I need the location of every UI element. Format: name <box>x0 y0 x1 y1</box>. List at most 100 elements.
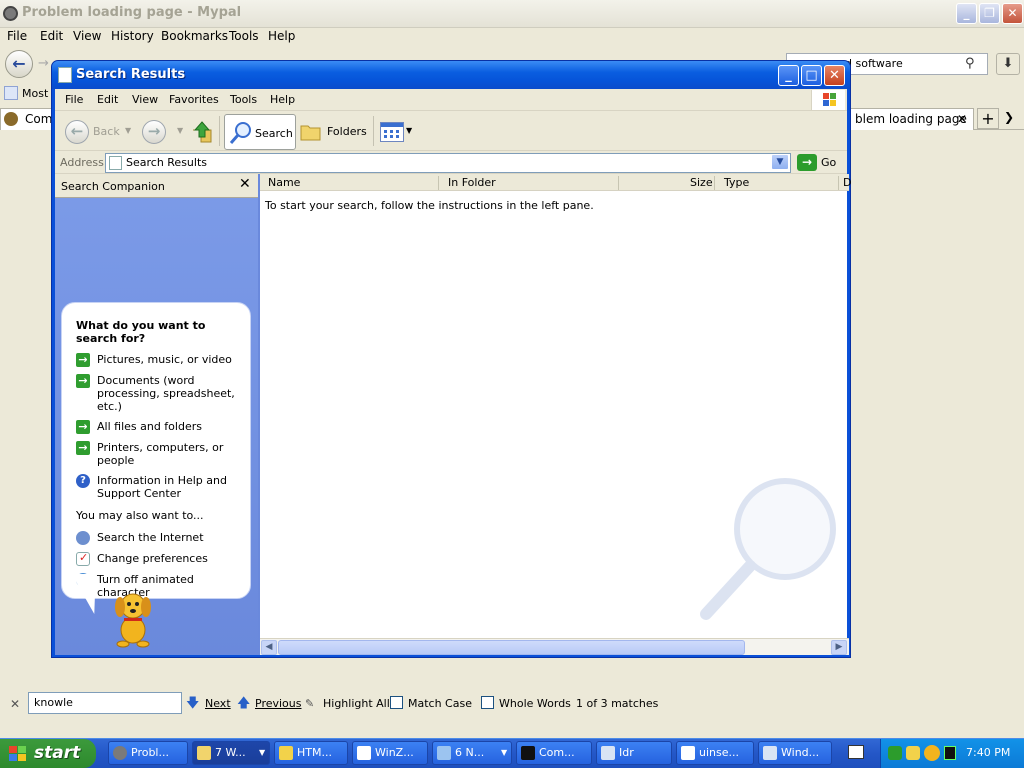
column-separator[interactable] <box>714 176 715 190</box>
scroll-left-icon[interactable]: ◀ <box>261 640 277 655</box>
scroll-right-icon[interactable]: ▶ <box>831 640 847 655</box>
task-uinse[interactable]: uinse... <box>676 741 754 765</box>
folders-button-label[interactable]: Folders <box>327 125 367 138</box>
find-input[interactable]: knowle <box>28 692 182 714</box>
whole-words-label[interactable]: Whole Words <box>499 697 571 710</box>
whole-words-checkbox[interactable] <box>481 696 494 709</box>
task-html[interactable]: HTM... <box>274 741 348 765</box>
highlight-pen-icon[interactable]: ✎ <box>305 697 314 710</box>
go-button-label[interactable]: Go <box>821 156 836 169</box>
find-next-button[interactable]: Next <box>205 697 231 710</box>
task-label: 7 W... <box>215 746 246 759</box>
task-winzip[interactable]: WinZ... <box>352 741 428 765</box>
browser-menu-help[interactable]: Help <box>268 29 295 43</box>
folders-icon[interactable] <box>300 122 322 142</box>
option-search-internet[interactable]: Search the Internet <box>76 531 241 545</box>
browser-tab-left[interactable]: Compu <box>0 108 68 130</box>
start-windows-logo-icon <box>8 745 28 763</box>
tray-dog-icon[interactable] <box>924 745 940 761</box>
menu-help[interactable]: Help <box>270 93 295 106</box>
back-button-label[interactable]: Back <box>93 125 120 138</box>
menu-favorites[interactable]: Favorites <box>169 93 219 106</box>
forward-dropdown-icon[interactable]: ▼ <box>177 126 183 135</box>
notepad-task-icon <box>437 746 451 760</box>
column-type[interactable]: Type <box>724 176 749 189</box>
back-arrow-icon[interactable]: ← <box>65 120 89 144</box>
menu-edit[interactable]: Edit <box>97 93 118 106</box>
browser-menu-edit[interactable]: Edit <box>40 29 63 43</box>
window-minimize-button[interactable]: _ <box>778 65 799 86</box>
browser-menu-history[interactable]: History <box>111 29 154 43</box>
search-button[interactable]: Search <box>224 114 296 150</box>
column-separator[interactable] <box>438 176 439 190</box>
option-documents[interactable]: → Documents (word processing, spreadshee… <box>76 374 241 413</box>
browser-menu-tools[interactable]: Tools <box>229 29 259 43</box>
tray-battery-icon[interactable] <box>944 746 956 760</box>
browser-search-icon[interactable]: ⚲ <box>965 56 975 71</box>
find-close-icon[interactable]: ✕ <box>10 697 20 711</box>
green-arrow-icon: → <box>76 420 90 434</box>
up-folder-icon[interactable] <box>191 120 213 144</box>
mypal-task-icon <box>113 746 127 760</box>
find-previous-arrow-icon[interactable]: 🡅 <box>237 694 250 716</box>
option-change-preferences[interactable]: ✓ Change preferences <box>76 551 241 566</box>
keyboard-language-icon[interactable] <box>848 745 864 759</box>
tab-close-icon[interactable]: ✕ <box>957 109 967 129</box>
tab-list-icon[interactable]: ❯ <box>1004 110 1014 124</box>
menu-tools[interactable]: Tools <box>230 93 257 106</box>
browser-menu-view[interactable]: View <box>73 29 101 43</box>
find-previous-button[interactable]: Previous <box>255 697 302 710</box>
back-dropdown-icon[interactable]: ▼ <box>125 126 131 135</box>
tray-network-icon[interactable] <box>888 746 902 760</box>
taskbar-clock[interactable]: 7:40 PM <box>966 746 1010 759</box>
menu-view[interactable]: View <box>132 93 158 106</box>
horizontal-scrollbar[interactable]: ◀ ▶ <box>260 638 849 655</box>
browser-minimize-button[interactable]: _ <box>956 3 977 24</box>
highlight-all-button[interactable]: Highlight All <box>323 697 390 710</box>
option-pictures-music-video[interactable]: → Pictures, music, or video <box>76 353 241 367</box>
column-separator[interactable] <box>838 176 839 190</box>
window-title-bar[interactable]: Search Results _ □ ✕ <box>52 61 850 89</box>
option-label: Documents (word processing, spreadsheet,… <box>97 374 235 413</box>
menu-file[interactable]: File <box>65 93 83 106</box>
option-all-files-folders[interactable]: → All files and folders <box>76 420 241 434</box>
address-input[interactable]: Search Results <box>105 153 791 173</box>
task-idr[interactable]: Idr <box>596 741 672 765</box>
task-explorer-group[interactable]: 7 W... ▼ <box>192 741 270 765</box>
column-date[interactable]: D <box>843 176 851 189</box>
browser-menu-file[interactable]: File <box>7 29 27 43</box>
go-arrow-icon[interactable]: → <box>797 154 817 171</box>
browser-forward-icon[interactable]: → <box>38 56 49 71</box>
rover-dog-character-icon[interactable] <box>109 590 157 648</box>
address-dropdown-icon[interactable]: ▼ <box>771 154 789 170</box>
download-icon[interactable]: ⬇ <box>996 53 1020 75</box>
new-tab-icon[interactable]: + <box>977 108 999 129</box>
browser-restore-button[interactable]: ❐ <box>979 3 1000 24</box>
match-case-label[interactable]: Match Case <box>408 697 472 710</box>
task-notepad-group[interactable]: 6 N... ▼ <box>432 741 512 765</box>
forward-arrow-icon[interactable]: → <box>142 120 166 144</box>
task-windows[interactable]: Wind... <box>758 741 832 765</box>
column-name[interactable]: Name <box>268 176 300 189</box>
browser-close-button[interactable]: ✕ <box>1002 3 1023 24</box>
browser-back-icon[interactable]: ← <box>5 50 33 78</box>
task-command-prompt[interactable]: Com... <box>516 741 592 765</box>
task-mypal[interactable]: Probl... <box>108 741 188 765</box>
column-in-folder[interactable]: In Folder <box>448 176 496 189</box>
column-separator[interactable] <box>618 176 619 190</box>
find-next-arrow-icon[interactable]: 🡇 <box>186 694 199 716</box>
browser-tab-active[interactable]: blem loading page ✕ <box>848 108 974 130</box>
scrollbar-thumb[interactable] <box>278 640 745 655</box>
views-dropdown-icon[interactable]: ▼ <box>406 126 412 135</box>
window-maximize-button[interactable]: □ <box>801 65 822 86</box>
option-help-and-support[interactable]: ? Information in Help and Support Center <box>76 474 241 500</box>
tray-update-icon[interactable] <box>906 746 920 760</box>
option-printers-computers-people[interactable]: → Printers, computers, or people <box>76 441 241 467</box>
views-icon[interactable] <box>380 122 404 142</box>
search-companion-close-icon[interactable]: ✕ <box>239 176 251 192</box>
window-close-button[interactable]: ✕ <box>824 65 845 86</box>
match-case-checkbox[interactable] <box>390 696 403 709</box>
browser-menu-bookmarks[interactable]: Bookmarks <box>161 29 228 43</box>
window-task-icon <box>763 746 777 760</box>
column-size[interactable]: Size <box>690 176 713 189</box>
